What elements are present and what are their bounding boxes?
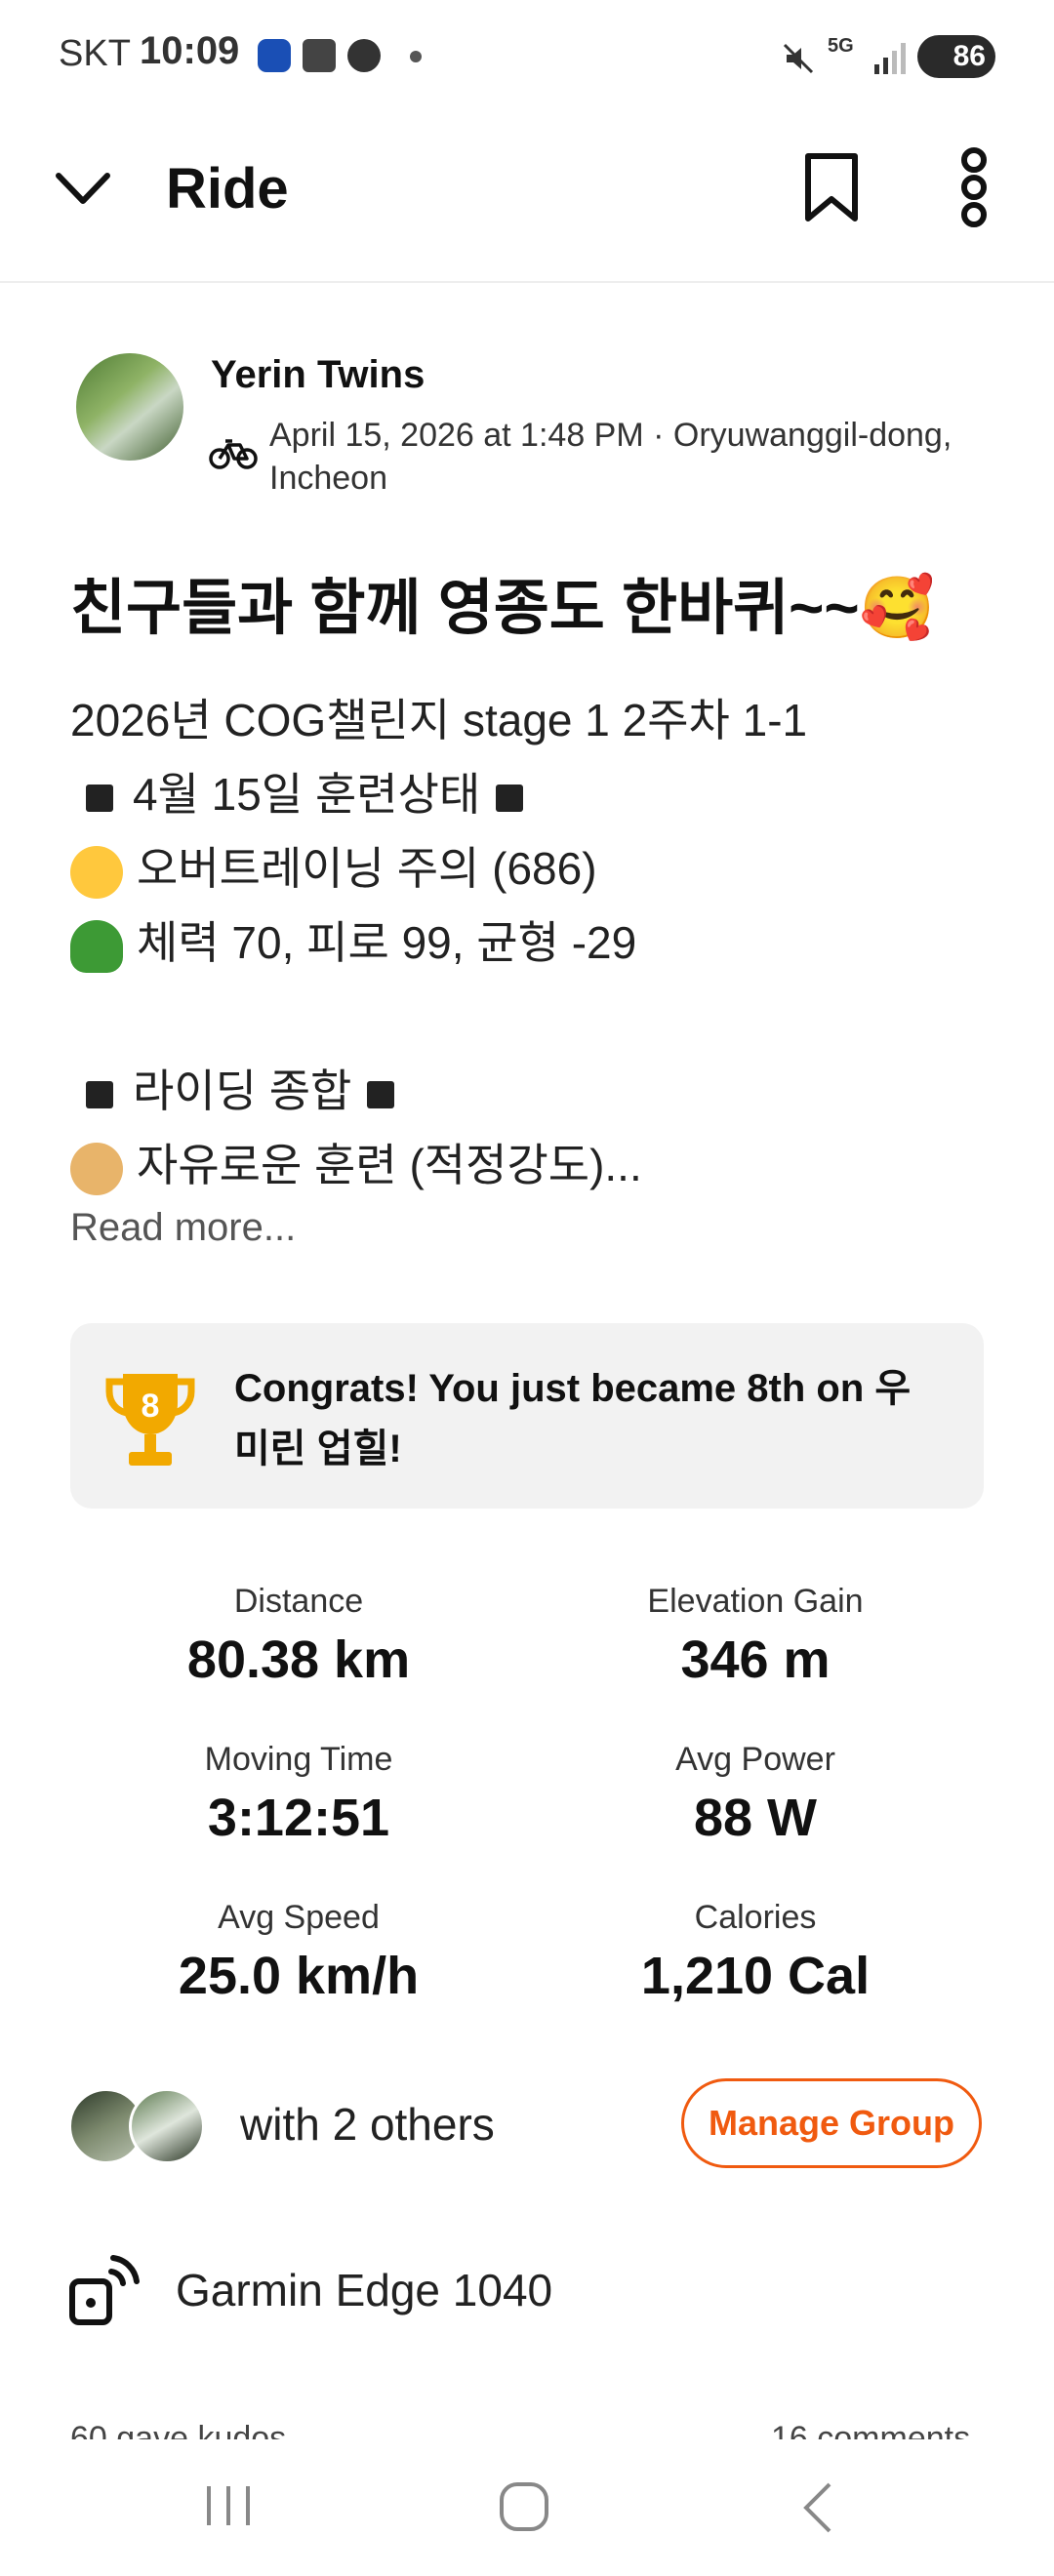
description-line bbox=[70, 980, 1007, 1054]
achievement-text: Congrats! You just became 8th on 우미린 업힐! bbox=[234, 1367, 912, 1470]
page-title: Ride bbox=[166, 157, 289, 221]
group-member-avatar[interactable] bbox=[129, 2088, 205, 2164]
description-line: 4월 15일 훈련상태 bbox=[70, 757, 1007, 831]
stat-label: Avg Power bbox=[675, 1741, 835, 1778]
stat-label: Moving Time bbox=[204, 1741, 393, 1778]
stat-value: 1,210 Cal bbox=[640, 1947, 871, 2005]
stat-avg-speed: Avg Speed 25.0 km/h bbox=[69, 1893, 528, 2010]
back-icon[interactable] bbox=[798, 2480, 837, 2535]
status-bar: SKT 10:09 5G 86 bbox=[0, 0, 1054, 117]
stat-moving-time: Moving Time 3:12:51 bbox=[69, 1735, 528, 1852]
more-vertical-icon[interactable] bbox=[953, 146, 995, 228]
talk-icon bbox=[347, 39, 381, 72]
stat-avg-power: Avg Power 88 W bbox=[526, 1735, 985, 1852]
status-time: 10:09 bbox=[140, 29, 240, 72]
recent-apps-icon[interactable] bbox=[203, 2482, 254, 2529]
black-square-icon bbox=[86, 784, 113, 812]
author-name[interactable]: Yerin Twins bbox=[211, 353, 425, 397]
app-notification-icon bbox=[258, 39, 291, 72]
description-line: 라이딩 종합 bbox=[70, 1054, 1007, 1128]
battery-indicator: 86 bbox=[917, 35, 995, 78]
device-signal-icon bbox=[69, 2255, 140, 2325]
stat-elevation-gain: Elevation Gain 346 m bbox=[526, 1577, 985, 1694]
black-square-icon bbox=[496, 784, 524, 812]
activity-description: 2026년 COG챌린지 stage 1 2주차 1-1 4월 15일 훈련상태… bbox=[70, 683, 1007, 1202]
device-name[interactable]: Garmin Edge 1040 bbox=[176, 2264, 552, 2316]
bike-icon bbox=[209, 439, 258, 469]
chevron-down-icon[interactable] bbox=[53, 166, 113, 213]
anxious-face-icon bbox=[70, 845, 123, 899]
description-line: 자유로운 훈련 (적정강도)... bbox=[70, 1128, 1007, 1202]
stat-distance: Distance 80.38 km bbox=[69, 1577, 528, 1694]
top-app-bar bbox=[0, 117, 1054, 283]
activity-meta: April 15, 2026 at 1:48 PM · Oryuwanggil-… bbox=[269, 417, 953, 497]
signal-icon bbox=[874, 43, 906, 74]
description-line: 2026년 COG챌린지 stage 1 2주차 1-1 bbox=[70, 695, 808, 745]
more-notifications-dot bbox=[410, 51, 422, 62]
black-square-icon bbox=[86, 1080, 113, 1108]
stat-value: 25.0 km/h bbox=[178, 1947, 420, 2005]
stat-label: Avg Speed bbox=[218, 1899, 380, 1936]
description-line: 체력 70, 피로 99, 균형 -29 bbox=[70, 906, 1007, 980]
stat-label: Calories bbox=[694, 1899, 817, 1936]
stat-value: 80.38 km bbox=[186, 1630, 411, 1689]
bookmark-icon[interactable] bbox=[800, 150, 863, 224]
read-more-link[interactable]: Read more... bbox=[70, 1206, 296, 1250]
trophy-icon: 8 bbox=[105, 1374, 195, 1466]
screenshot-icon bbox=[303, 39, 336, 72]
mute-icon bbox=[783, 43, 814, 74]
stat-value: 3:12:51 bbox=[207, 1789, 390, 1847]
system-nav-bar bbox=[0, 2439, 1054, 2576]
tree-icon bbox=[70, 919, 123, 973]
manage-group-button[interactable]: Manage Group bbox=[681, 2078, 982, 2168]
stat-label: Distance bbox=[233, 1583, 364, 1620]
activity-title: 친구들과 함께 영종도 한바퀴~~🥰 bbox=[70, 575, 935, 642]
group-members-label[interactable]: with 2 others bbox=[240, 2098, 495, 2151]
stat-calories: Calories 1,210 Cal bbox=[526, 1893, 985, 2010]
stat-value: 346 m bbox=[680, 1630, 831, 1689]
author-avatar[interactable] bbox=[76, 353, 183, 461]
home-icon[interactable] bbox=[498, 2480, 550, 2533]
stat-label: Elevation Gain bbox=[647, 1583, 864, 1620]
trophy-rank: 8 bbox=[142, 1388, 160, 1425]
stat-value: 88 W bbox=[693, 1789, 818, 1847]
black-square-icon bbox=[367, 1080, 395, 1108]
carrier-label: SKT bbox=[59, 33, 131, 74]
network-label: 5G bbox=[828, 35, 854, 57]
dog-face-icon bbox=[70, 1142, 123, 1195]
description-line: 오버트레이닝 주의 (686) bbox=[70, 831, 1007, 906]
